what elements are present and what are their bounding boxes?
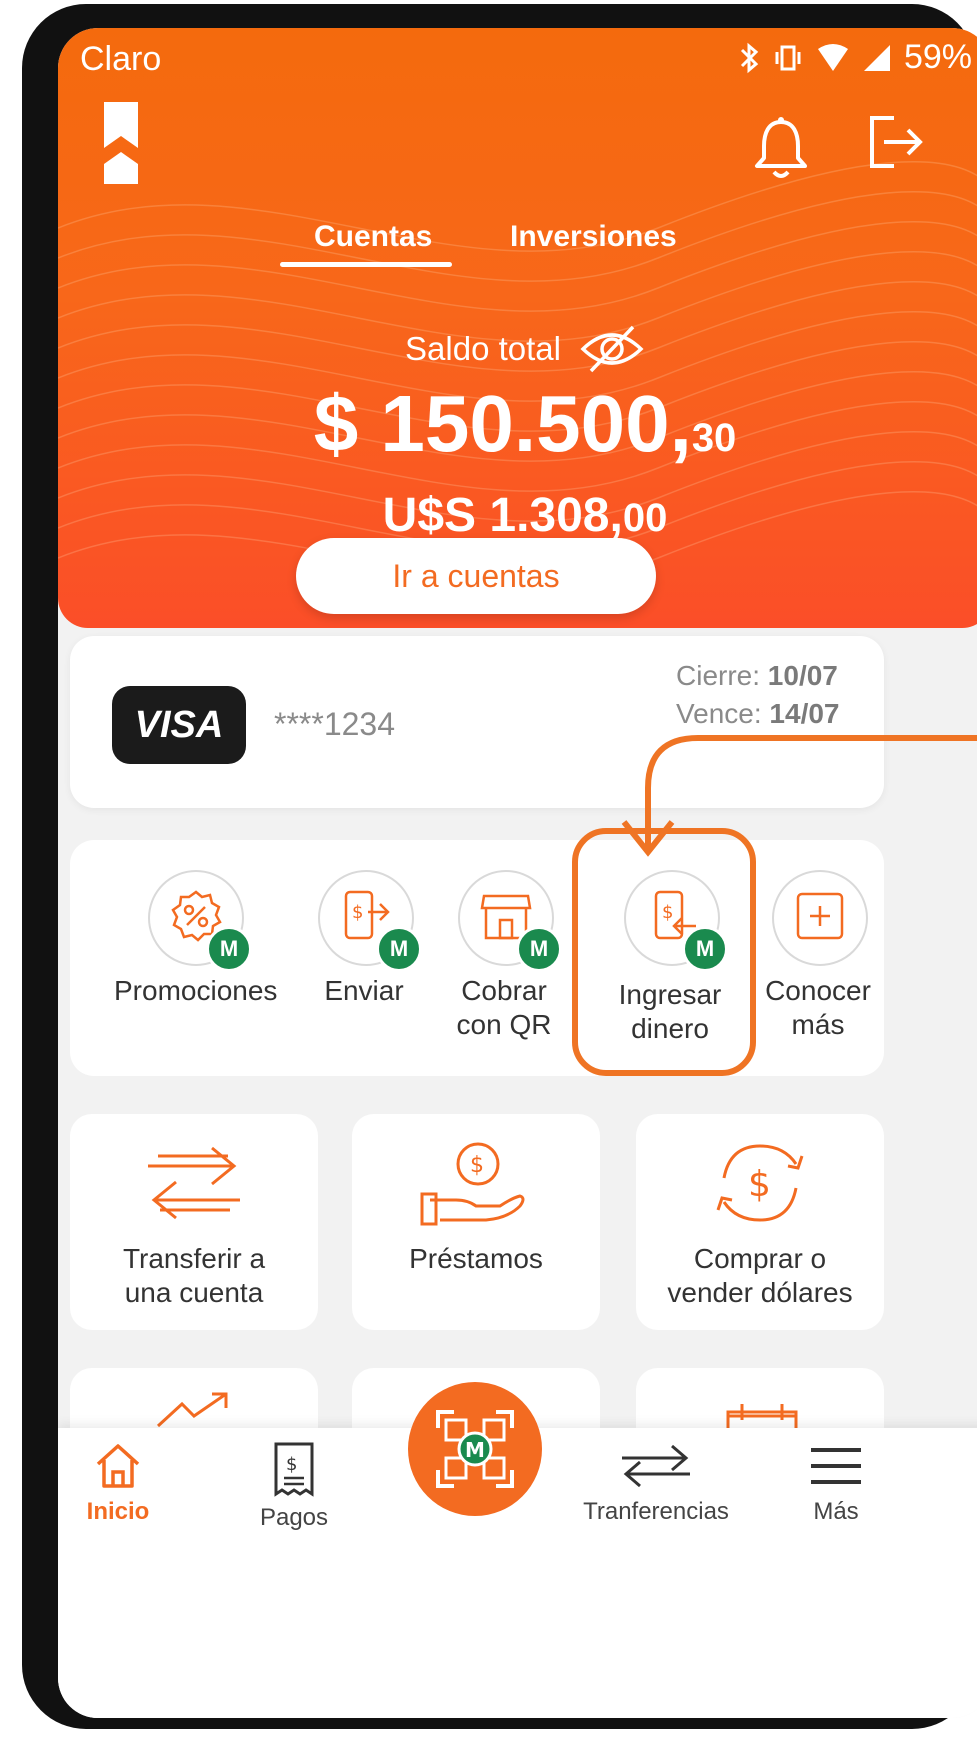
notifications-bell-icon[interactable] xyxy=(752,116,810,180)
header-tabs: Cuentas Inversiones xyxy=(58,220,977,280)
closing-value: 10/07 xyxy=(767,660,838,691)
go-to-accounts-button[interactable]: Ir a cuentas xyxy=(296,538,656,614)
screen: Claro 59% Cuentas Inversiones Saldo tota… xyxy=(58,28,977,1718)
action-label: Enviar xyxy=(324,975,404,1006)
balance-usd: U$S 1.308,00 xyxy=(58,488,977,543)
svg-text:$: $ xyxy=(352,902,363,923)
currency-exchange-icon: $ xyxy=(716,1144,804,1222)
balance-ars: $ 150.500,30 xyxy=(58,378,977,470)
nav-label: Tranferencias xyxy=(583,1498,729,1525)
closing-label: Cierre: xyxy=(676,660,761,691)
active-tab-indicator xyxy=(280,262,452,267)
balance-label-row: Saldo total xyxy=(58,323,977,375)
balance-ars-cents: 30 xyxy=(691,416,737,460)
svg-text:M: M xyxy=(465,1438,485,1462)
receipt-icon: $ xyxy=(274,1442,314,1497)
nav-pagos[interactable]: $ Pagos xyxy=(204,1440,384,1532)
pointer-arrow-icon xyxy=(621,735,977,857)
status-icons: 59% xyxy=(738,38,972,77)
qr-scan-button[interactable]: M xyxy=(408,1382,542,1516)
qr-scan-icon: M xyxy=(436,1410,514,1488)
bluetooth-icon xyxy=(740,42,759,73)
svg-text:$: $ xyxy=(470,1153,484,1178)
trending-up-icon xyxy=(156,1392,228,1428)
vibrate-icon xyxy=(775,45,801,70)
tile-prestamos[interactable]: $ Préstamos xyxy=(352,1114,600,1330)
tile-transferir[interactable]: Transferir a una cuenta xyxy=(70,1114,318,1330)
due-label: Vence: xyxy=(676,698,762,729)
status-bar: Claro 59% xyxy=(58,28,977,90)
balance-usd-main: U$S 1.308, xyxy=(382,489,623,542)
nav-mas[interactable]: Más xyxy=(746,1440,926,1526)
card-masked-number: ****1234 xyxy=(274,706,395,742)
balance-usd-cents: 00 xyxy=(622,496,668,540)
nav-label: Pagos xyxy=(259,1504,329,1531)
m-badge-icon: M xyxy=(376,926,422,972)
m-badge-icon: M xyxy=(516,926,562,972)
svg-text:$: $ xyxy=(286,1454,297,1475)
balance-ars-main: $ 150.500, xyxy=(313,379,692,468)
tab-inversiones[interactable]: Inversiones xyxy=(510,220,677,254)
due-value: 14/07 xyxy=(769,698,840,729)
nav-inicio[interactable]: Inicio xyxy=(58,1440,208,1526)
hide-balance-eye-icon[interactable] xyxy=(579,323,645,375)
tile-dolares[interactable]: $ Comprar o vender dólares xyxy=(636,1114,884,1330)
battery-level: 59% xyxy=(903,38,972,76)
m-badge-icon: M xyxy=(206,926,252,972)
tile-label: Transferir a una cuenta xyxy=(122,1243,266,1308)
phone-frame: Claro 59% Cuentas Inversiones Saldo tota… xyxy=(22,4,977,1729)
wifi-icon xyxy=(817,43,848,71)
svg-text:$: $ xyxy=(748,1164,771,1205)
carrier-label: Claro xyxy=(80,40,162,78)
header: Claro 59% Cuentas Inversiones Saldo tota… xyxy=(58,28,977,628)
loan-hand-coin-icon: $ xyxy=(420,1142,525,1226)
balance-label: Saldo total xyxy=(405,330,561,367)
plus-square-icon xyxy=(796,892,844,940)
nav-label: Inicio xyxy=(86,1498,150,1525)
tab-cuentas[interactable]: Cuentas xyxy=(314,220,432,254)
signal-icon xyxy=(863,44,890,71)
nav-transferencias[interactable]: Tranferencias xyxy=(566,1440,746,1526)
transfer-arrows-icon xyxy=(148,1146,240,1220)
action-label: Promociones xyxy=(114,975,278,1006)
logout-icon[interactable] xyxy=(866,114,926,170)
menu-icon xyxy=(811,1448,861,1484)
tile-label: Préstamos xyxy=(409,1243,543,1274)
bank-logo-icon xyxy=(104,102,138,184)
card-closing-date: Cierre: 10/07 xyxy=(676,660,838,692)
action-label: Conocer más xyxy=(765,975,871,1040)
tile-label: Comprar o vender dólares xyxy=(667,1243,853,1308)
action-label: Cobrar con QR xyxy=(456,975,552,1040)
transfer-icon xyxy=(622,1444,690,1488)
nav-label: Más xyxy=(813,1498,859,1525)
card-due-date: Vence: 14/07 xyxy=(676,698,840,730)
visa-logo: VISA xyxy=(112,686,246,764)
home-icon xyxy=(96,1444,140,1488)
